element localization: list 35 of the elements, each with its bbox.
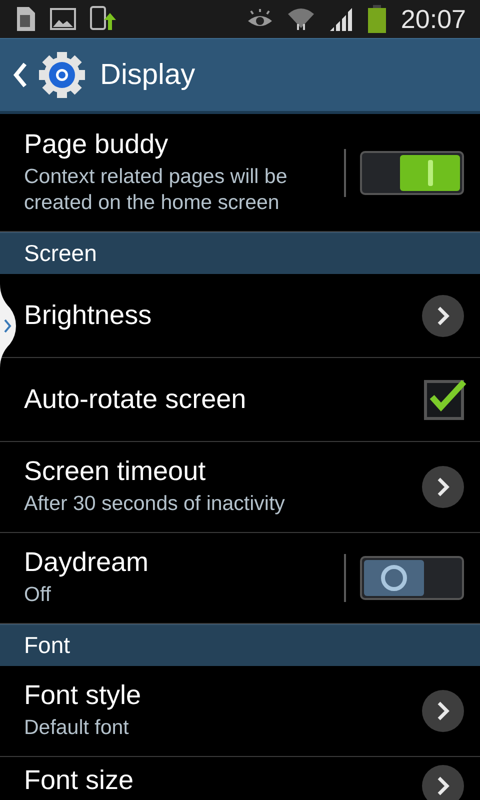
sim-card-icon [16, 6, 36, 32]
setting-title: Auto-rotate screen [24, 384, 248, 415]
section-header: Screen [0, 232, 480, 274]
chevron-right-icon [435, 775, 451, 797]
signal-icon [328, 6, 353, 32]
checkbox[interactable] [424, 380, 464, 420]
setting-summary: Context related pages will be created on the home screen [24, 164, 288, 216]
phone-upload-icon [90, 6, 116, 32]
chevron-button[interactable] [422, 466, 464, 508]
chevron-right-icon [435, 700, 451, 722]
chevron-right-icon [435, 476, 451, 498]
setting-title: Screen timeout [24, 456, 207, 488]
picture-icon [50, 8, 76, 30]
setting-title: Font size [24, 765, 135, 796]
chevron-button[interactable] [422, 765, 464, 800]
clock-time: 20:07 [400, 4, 466, 34]
chevron-button[interactable] [422, 294, 464, 336]
chevron-right-icon [435, 304, 451, 326]
setting-summary: Default font [24, 715, 130, 742]
setting-title: Page buddy [24, 128, 170, 160]
setting-title: Brightness [24, 300, 153, 331]
setting-title: Font style [24, 680, 142, 712]
screen-title: Display [100, 58, 196, 92]
toggle-switch[interactable] [360, 556, 464, 600]
setting-title: Daydream [24, 547, 150, 578]
chevron-button[interactable] [422, 690, 464, 732]
setting-summary: After 30 seconds of inactivity [24, 491, 286, 518]
battery-icon [366, 5, 387, 33]
section-header: Font [0, 624, 480, 666]
eye-icon [246, 9, 273, 29]
setting-summary: Off [24, 582, 52, 608]
back-button[interactable] [12, 61, 28, 89]
toggle-switch[interactable] [360, 150, 464, 194]
gear-icon [38, 51, 86, 99]
wifi-icon [286, 6, 315, 32]
